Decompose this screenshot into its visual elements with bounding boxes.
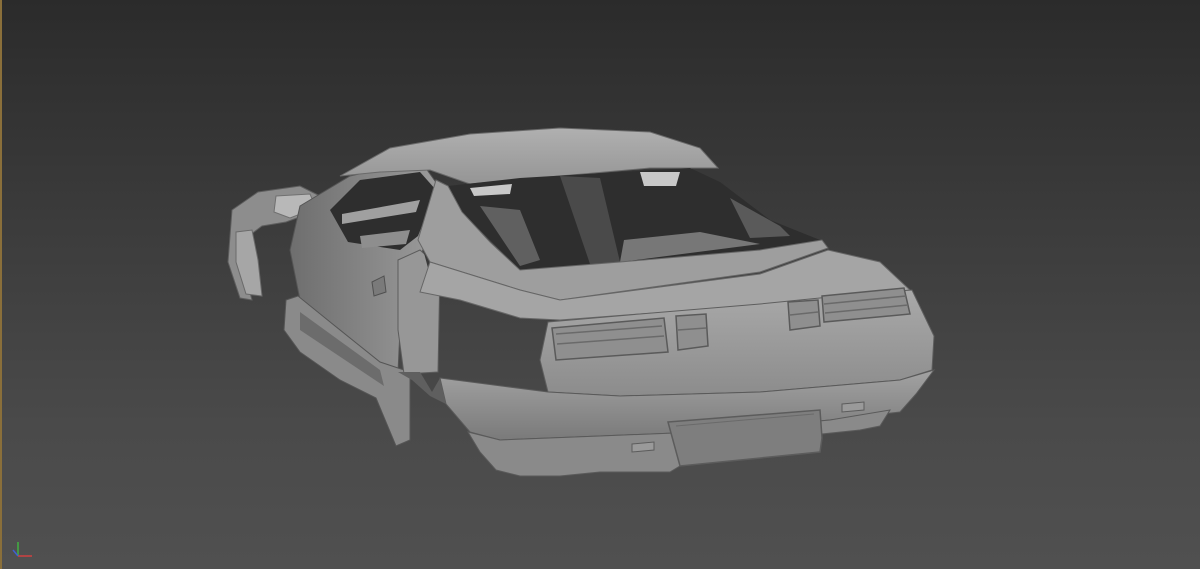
car-body-shell-model[interactable] bbox=[0, 0, 1200, 569]
bumper-reflector-right bbox=[841, 401, 865, 413]
bumper-reflector-left bbox=[631, 441, 655, 453]
axis-gizmo bbox=[12, 542, 32, 557]
3d-viewport[interactable] bbox=[0, 0, 1200, 569]
